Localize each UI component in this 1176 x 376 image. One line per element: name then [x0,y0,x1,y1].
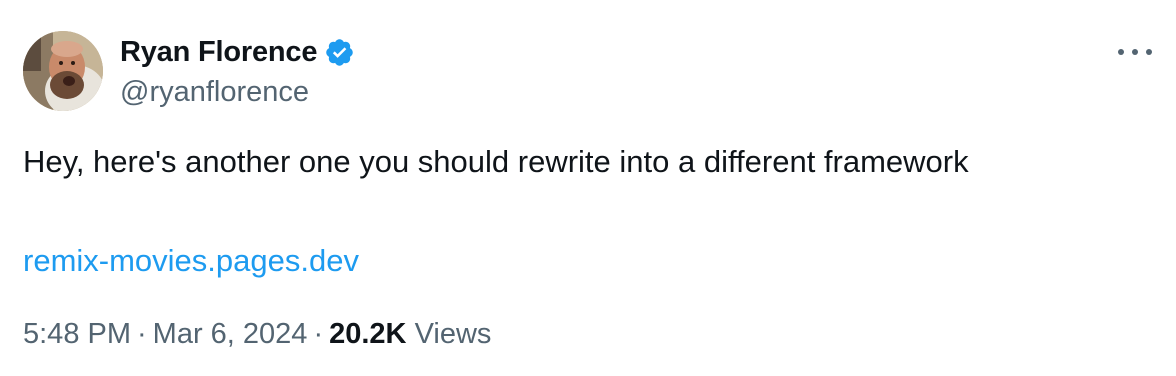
author-avatar[interactable] [23,31,103,111]
meta-separator: · [137,318,147,350]
more-options-button[interactable] [1118,40,1152,64]
author-handle[interactable]: @ryanflorence [120,76,309,109]
tweet-link[interactable]: remix-movies.pages.dev [23,243,359,279]
views-count: 20.2K [329,318,407,350]
verified-badge-icon[interactable] [324,37,355,68]
views-label: Views [414,318,492,350]
tweet-card: Ryan Florence @ryanflorence Hey, here's … [0,0,1176,376]
more-dot-icon [1146,49,1152,55]
author-display-name[interactable]: Ryan Florence [120,36,317,69]
tweet-meta: 5:48 PM · Mar 6, 2024 · 20.2K Views [23,318,491,351]
more-dot-icon [1132,49,1138,55]
tweet-time[interactable]: 5:48 PM [23,318,131,350]
meta-separator: · [313,318,324,350]
tweet-text: Hey, here's another one you should rewri… [23,144,969,179]
avatar-image [23,31,103,111]
tweet-date[interactable]: Mar 6, 2024 [153,318,308,350]
author-name-row: Ryan Florence [120,34,355,70]
more-dot-icon [1118,49,1124,55]
